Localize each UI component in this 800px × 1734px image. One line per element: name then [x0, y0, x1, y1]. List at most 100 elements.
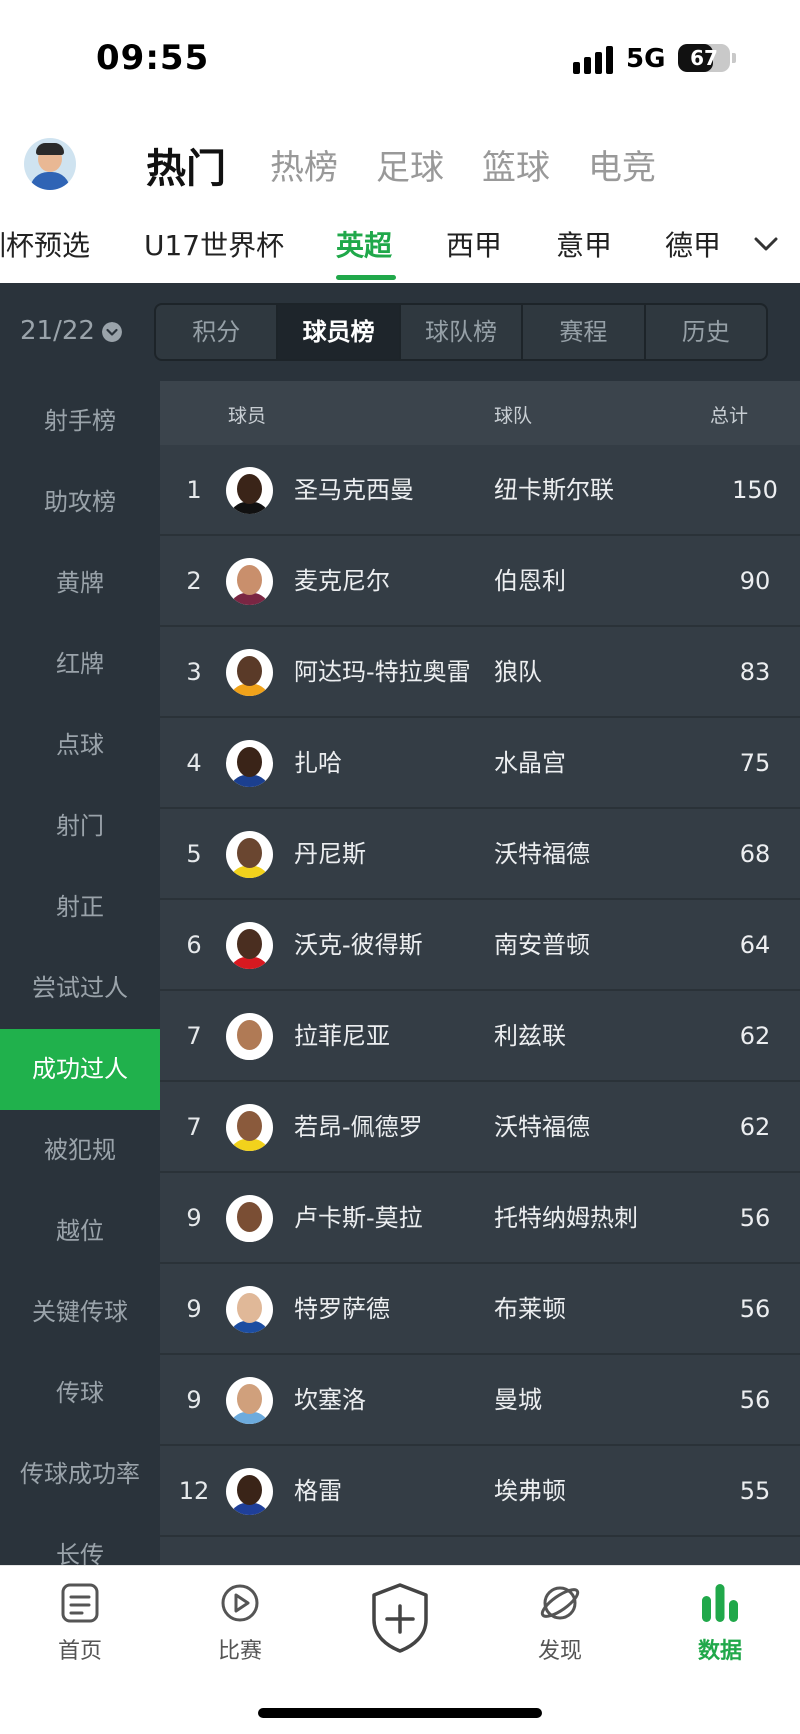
- player-rank: 4: [186, 749, 202, 777]
- sidebar-item-dribble-attempts[interactable]: 尝试过人: [0, 948, 160, 1029]
- player-name: 卢卡斯-莫拉: [294, 1204, 423, 1232]
- player-team: 伯恩利: [494, 567, 566, 595]
- player-name: 圣马克西曼: [294, 476, 414, 504]
- sidebar-item-penalties[interactable]: 点球: [0, 705, 160, 786]
- season-dropdown-icon[interactable]: [102, 322, 122, 342]
- column-header-player: 球员: [228, 405, 267, 427]
- table-row[interactable]: 9 坎塞洛 曼城 56: [160, 1355, 800, 1446]
- add-shield-icon: [372, 1583, 428, 1653]
- player-avatar: [226, 1286, 273, 1333]
- player-team: 狼队: [494, 658, 542, 686]
- network-type: 5G: [626, 44, 666, 74]
- player-name: 拉菲尼亚: [294, 1022, 390, 1050]
- player-rank: 9: [186, 1295, 202, 1323]
- column-header-team: 球队: [494, 405, 533, 427]
- user-avatar[interactable]: [24, 138, 76, 190]
- player-rank: 3: [186, 658, 202, 686]
- sidebar-item-fouled[interactable]: 被犯规: [0, 1110, 160, 1191]
- player-team: 曼城: [494, 1386, 542, 1414]
- sidebar-item-shots[interactable]: 射门: [0, 786, 160, 867]
- play-circle-icon: [221, 1584, 259, 1622]
- column-header-total: 总计: [710, 405, 749, 427]
- player-total: 90: [739, 567, 771, 595]
- status-bar: 09:55 5G 67: [0, 0, 800, 120]
- player-total: 56: [739, 1295, 771, 1323]
- player-avatar: [226, 1195, 273, 1242]
- segment-history[interactable]: 历史: [646, 305, 766, 359]
- home-doc-icon: [61, 1583, 99, 1623]
- league-tab-bundesliga[interactable]: 德甲: [665, 224, 721, 264]
- table-row[interactable]: 2 麦克尼尔 伯恩利 90: [160, 536, 800, 627]
- active-league-underline: [336, 275, 396, 280]
- league-tab-wc-qualifier[interactable]: 训杯预选: [0, 224, 90, 264]
- player-team: 水晶宫: [494, 749, 566, 777]
- nav-matches[interactable]: 比赛: [180, 1566, 300, 1686]
- sidebar-item-assists[interactable]: 助攻榜: [0, 462, 160, 543]
- chevron-down-icon[interactable]: [750, 228, 782, 260]
- stat-category-sidebar: 射手榜 助攻榜 黄牌 红牌 点球 射门 射正 尝试过人 成功过人 被犯规 越位 …: [0, 381, 160, 1565]
- status-time: 09:55: [96, 38, 210, 78]
- player-rank: 1: [186, 476, 202, 504]
- table-row[interactable]: 3 阿达玛-特拉奥雷 狼队 83: [160, 627, 800, 718]
- sidebar-item-red-cards[interactable]: 红牌: [0, 624, 160, 705]
- player-rank: 2: [186, 567, 202, 595]
- player-name: 坎塞洛: [294, 1386, 366, 1414]
- sidebar-item-shots-on-target[interactable]: 射正: [0, 867, 160, 948]
- player-rank: 9: [186, 1386, 202, 1414]
- player-rank: 12: [178, 1477, 210, 1505]
- league-tab-premier-league[interactable]: 英超: [336, 224, 392, 264]
- nav-discover[interactable]: 发现: [500, 1566, 620, 1686]
- table-row[interactable]: 7 拉菲尼亚 利兹联 62: [160, 991, 800, 1082]
- tab-esports[interactable]: 电竞: [588, 140, 656, 189]
- league-tab-la-liga[interactable]: 西甲: [446, 224, 502, 264]
- table-row[interactable]: 1 圣马克西曼 纽卡斯尔联 150: [160, 445, 800, 536]
- player-rankings-table: 球员 球队 总计 1 圣马克西曼 纽卡斯尔联 150 2 麦克尼尔 伯恩利 90 3 阿达玛-特拉…: [160, 381, 800, 1565]
- tab-hot[interactable]: 热门: [146, 136, 226, 194]
- table-row[interactable]: 12 格雷 埃弗顿 55: [160, 1446, 800, 1537]
- segment-player-rankings[interactable]: 球员榜: [278, 305, 401, 359]
- sidebar-item-yellow-cards[interactable]: 黄牌: [0, 543, 160, 624]
- battery-tip: [732, 53, 736, 63]
- nav-home[interactable]: 首页: [20, 1566, 140, 1686]
- segment-team-rankings[interactable]: 球队榜: [401, 305, 524, 359]
- player-name: 阿达玛-特拉奥雷: [294, 658, 471, 686]
- table-row[interactable]: 5 丹尼斯 沃特福德 68: [160, 809, 800, 900]
- player-total: 55: [739, 1477, 771, 1505]
- tab-football[interactable]: 足球: [376, 140, 444, 189]
- player-total: 56: [739, 1204, 771, 1232]
- nav-data[interactable]: 数据: [660, 1566, 780, 1686]
- season-selector[interactable]: 21/22: [20, 316, 95, 346]
- table-row[interactable]: 9 特罗萨德 布莱顿 56: [160, 1264, 800, 1355]
- player-name: 扎哈: [294, 749, 342, 777]
- player-team: 布莱顿: [494, 1295, 566, 1323]
- player-total: 62: [739, 1113, 771, 1141]
- player-rank: 7: [186, 1113, 202, 1141]
- nav-data-label: 数据: [697, 1639, 742, 1664]
- league-tab-u17-world-cup[interactable]: U17世界杯: [144, 224, 284, 264]
- tab-hot-list[interactable]: 热榜: [270, 140, 338, 189]
- league-tab-serie-a[interactable]: 意甲: [556, 224, 612, 264]
- sidebar-item-long-balls[interactable]: 长传: [0, 1515, 160, 1565]
- player-avatar: [226, 740, 273, 787]
- player-rank: 6: [186, 931, 202, 959]
- table-row[interactable]: 4 扎哈 水晶宫 75: [160, 718, 800, 809]
- player-team: 利兹联: [494, 1022, 566, 1050]
- sidebar-item-key-passes[interactable]: 关键传球: [0, 1272, 160, 1353]
- table-row[interactable]: 7 若昂-佩德罗 沃特福德 62: [160, 1082, 800, 1173]
- table-row[interactable]: 9 卢卡斯-莫拉 托特纳姆热刺 56: [160, 1173, 800, 1264]
- battery-level: 67: [690, 46, 718, 70]
- table-row[interactable]: 6 沃克-彼得斯 南安普顿 64: [160, 900, 800, 991]
- tab-basketball[interactable]: 篮球: [482, 140, 550, 189]
- sidebar-item-pass-accuracy[interactable]: 传球成功率: [0, 1434, 160, 1515]
- nav-add[interactable]: [340, 1566, 460, 1686]
- sidebar-item-top-scorers[interactable]: 射手榜: [0, 381, 160, 462]
- planet-icon: [540, 1586, 580, 1620]
- segment-standings[interactable]: 积分: [156, 305, 279, 359]
- segment-schedule[interactable]: 赛程: [523, 305, 646, 359]
- player-name: 麦克尼尔: [294, 567, 390, 595]
- player-name: 丹尼斯: [294, 840, 366, 868]
- sidebar-item-offsides[interactable]: 越位: [0, 1191, 160, 1272]
- player-avatar: [226, 467, 273, 514]
- sidebar-item-passes[interactable]: 传球: [0, 1353, 160, 1434]
- sidebar-item-successful-dribbles[interactable]: 成功过人: [0, 1029, 160, 1110]
